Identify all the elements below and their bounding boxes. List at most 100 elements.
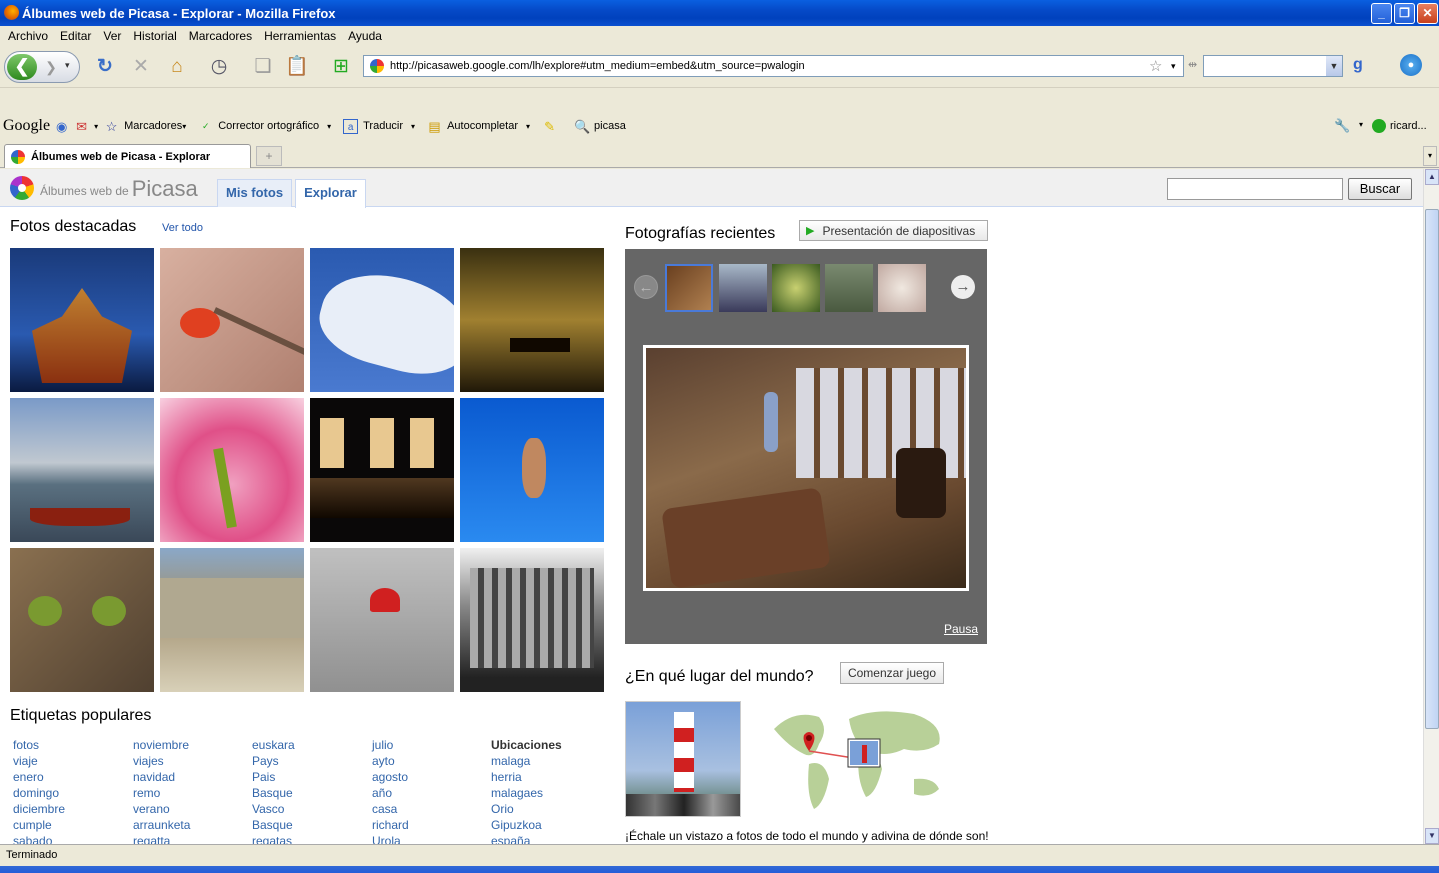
addon-icon[interactable]: ● (1400, 54, 1422, 76)
copy-icon[interactable]: ❏ (250, 54, 276, 80)
featured-photo[interactable] (160, 248, 304, 392)
scroll-thumb[interactable] (1425, 209, 1439, 729)
featured-photo[interactable] (310, 248, 454, 392)
minimize-button[interactable]: _ (1371, 3, 1392, 24)
location-link[interactable]: herria (491, 769, 609, 785)
gtb-bookmarks[interactable]: ☆ Marcadores ▾ (104, 119, 186, 134)
reload-icon[interactable]: ↻ (92, 54, 118, 80)
google-search-engine-icon[interactable]: g (1353, 56, 1363, 74)
resize-handle-icon[interactable]: ⇹ (1188, 58, 1197, 71)
tag-link[interactable]: verano (133, 801, 251, 817)
tag-link[interactable]: Vasco (252, 801, 370, 817)
tag-link[interactable]: arraunketa (133, 817, 251, 833)
featured-photo[interactable] (460, 548, 604, 692)
new-tab-button[interactable]: + (256, 146, 282, 166)
home-icon[interactable]: ⌂ (164, 54, 190, 80)
tag-link[interactable]: sabado (13, 833, 131, 844)
gtb-highlight[interactable]: ✎ (542, 119, 562, 134)
tab-list-icon[interactable]: ▾ (1423, 146, 1437, 166)
gtb-autofill[interactable]: ▤ Autocompletar ▾ (427, 119, 530, 134)
location-link[interactable]: Orio (491, 801, 609, 817)
tag-link[interactable]: año (372, 785, 490, 801)
ver-todo-link[interactable]: Ver todo (162, 222, 203, 234)
gtb-translate[interactable]: a Traducir ▾ (343, 118, 415, 134)
prev-arrow-icon[interactable]: ← (634, 275, 658, 299)
featured-photo[interactable] (10, 248, 154, 392)
forward-button[interactable]: ❯ (41, 55, 61, 79)
featured-photo[interactable] (10, 398, 154, 542)
close-button[interactable]: ✕ (1417, 3, 1438, 24)
tag-link[interactable]: viaje (13, 753, 131, 769)
menu-archivo[interactable]: Archivo (2, 29, 54, 43)
gtb-user[interactable]: ricard... (1372, 119, 1427, 133)
location-link[interactable]: malaga (491, 753, 609, 769)
tag-link[interactable]: Pais (252, 769, 370, 785)
slideshow-photo[interactable] (643, 345, 969, 591)
slideshow-button[interactable]: ▶ Presentación de diapositivas (799, 220, 988, 241)
geo-photo[interactable] (625, 701, 741, 817)
maximize-button[interactable]: ❐ (1394, 3, 1415, 24)
wrench-dropdown-icon[interactable]: ▾ (1359, 120, 1363, 129)
scroll-up-icon[interactable]: ▲ (1425, 169, 1439, 185)
tag-link[interactable]: agosto (372, 769, 490, 785)
tag-link[interactable]: Basque (252, 817, 370, 833)
tag-link[interactable]: navidad (133, 769, 251, 785)
vertical-scrollbar[interactable]: ▲ ▼ (1423, 169, 1439, 844)
url-bar[interactable]: http://picasaweb.google.com/lh/explore#u… (363, 55, 1184, 77)
tab-explorar[interactable]: Explorar (295, 179, 366, 208)
google-toolbar-logo[interactable]: Google (3, 117, 50, 135)
globe-icon[interactable]: ◉ (54, 119, 69, 134)
tag-link[interactable]: casa (372, 801, 490, 817)
tag-link[interactable]: julio (372, 737, 490, 753)
browser-search-input[interactable]: ▼ (1203, 55, 1343, 77)
tag-link[interactable]: diciembre (13, 801, 131, 817)
stop-icon[interactable]: ✕ (128, 54, 154, 80)
location-link[interactable]: españa (491, 833, 609, 844)
next-arrow-icon[interactable]: → (951, 275, 975, 299)
menu-herramientas[interactable]: Herramientas (258, 29, 342, 43)
recent-thumbnail[interactable] (878, 264, 926, 312)
tag-link[interactable]: enero (13, 769, 131, 785)
tag-link[interactable]: Pays (252, 753, 370, 769)
location-link[interactable]: Gipuzkoa (491, 817, 609, 833)
recent-thumbnail[interactable] (719, 264, 767, 312)
tag-link[interactable]: ayto (372, 753, 490, 769)
mail-dropdown-icon[interactable]: ▾ (94, 122, 98, 131)
tag-link[interactable]: Basque (252, 785, 370, 801)
tag-link[interactable]: regatas (252, 833, 370, 844)
gtb-spellcheck[interactable]: ✓ Corrector ortográfico ▾ (198, 119, 331, 134)
world-map[interactable] (764, 699, 954, 817)
url-text[interactable]: http://picasaweb.google.com/lh/explore#u… (390, 60, 1149, 72)
tag-link[interactable]: Urola (372, 833, 490, 844)
tag-link[interactable]: viajes (133, 753, 251, 769)
menu-marcadores[interactable]: Marcadores (183, 29, 258, 43)
history-dropdown-icon[interactable]: ▾ (65, 60, 70, 71)
tag-link[interactable]: fotos (13, 737, 131, 753)
tab-mis-fotos[interactable]: Mis fotos (217, 179, 293, 207)
search-dropdown-icon[interactable]: ▼ (1326, 56, 1342, 76)
pause-link[interactable]: Pausa (944, 622, 978, 636)
tag-link[interactable]: cumple (13, 817, 131, 833)
start-game-button[interactable]: Comenzar juego (840, 662, 944, 684)
wrench-icon[interactable]: 🔧 (1334, 118, 1350, 134)
scroll-down-icon[interactable]: ▼ (1425, 828, 1439, 844)
new-tab-icon[interactable]: ⊞ (328, 54, 354, 80)
featured-photo[interactable] (310, 548, 454, 692)
recent-thumbnail[interactable] (825, 264, 873, 312)
menu-historial[interactable]: Historial (127, 29, 182, 43)
recent-thumbnail[interactable] (772, 264, 820, 312)
tag-link[interactable]: regatta (133, 833, 251, 844)
history-icon[interactable]: ◷ (206, 54, 232, 80)
gtb-search-picasa[interactable]: 🔍 picasa (574, 119, 626, 134)
tag-link[interactable]: euskara (252, 737, 370, 753)
picasa-search-input[interactable] (1167, 178, 1343, 200)
bookmark-star-icon[interactable]: ☆ (1149, 57, 1171, 75)
tag-link[interactable]: domingo (13, 785, 131, 801)
buscar-button[interactable]: Buscar (1348, 178, 1412, 200)
featured-photo[interactable] (160, 548, 304, 692)
tag-link[interactable]: richard (372, 817, 490, 833)
featured-photo[interactable] (10, 548, 154, 692)
recent-thumbnail[interactable] (665, 264, 713, 312)
featured-photo[interactable] (310, 398, 454, 542)
location-link[interactable]: malagaes (491, 785, 609, 801)
